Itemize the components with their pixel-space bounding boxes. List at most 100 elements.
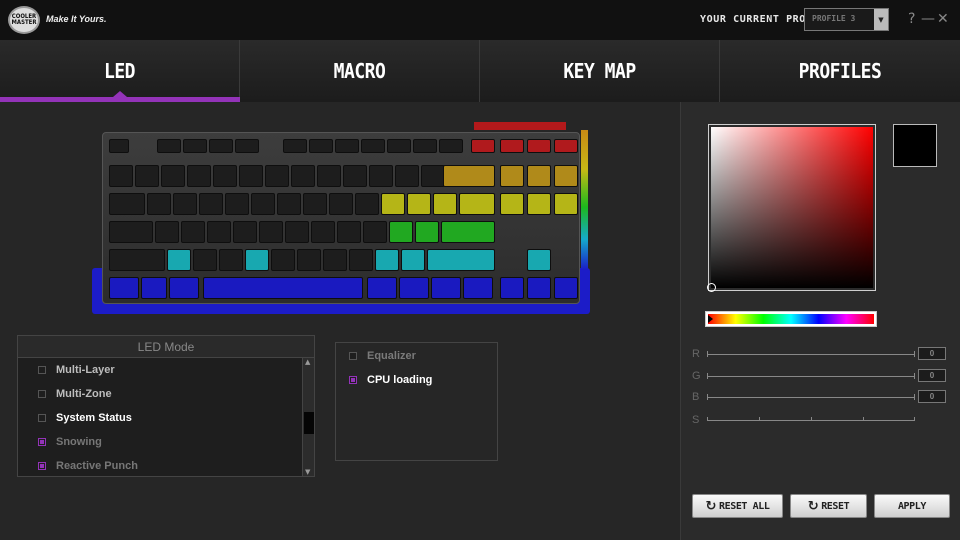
keyboard-key[interactable] bbox=[161, 165, 185, 187]
keyboard-key[interactable] bbox=[387, 139, 411, 153]
keyboard-key[interactable] bbox=[207, 221, 231, 243]
keyboard-key[interactable] bbox=[439, 139, 463, 153]
keyboard-key[interactable] bbox=[554, 165, 578, 187]
keyboard-key[interactable] bbox=[109, 165, 133, 187]
keyboard-key[interactable] bbox=[329, 193, 353, 215]
tab-macro[interactable]: MACRO bbox=[240, 40, 480, 102]
keyboard-key[interactable] bbox=[239, 165, 263, 187]
keyboard-key[interactable] bbox=[441, 221, 495, 243]
keyboard-key[interactable] bbox=[554, 139, 578, 153]
keyboard-key[interactable] bbox=[251, 193, 275, 215]
saturation-value-gradient[interactable] bbox=[711, 127, 873, 288]
keyboard-key[interactable] bbox=[317, 165, 341, 187]
checkbox[interactable] bbox=[38, 390, 46, 398]
checkbox[interactable] bbox=[38, 366, 46, 374]
keyboard-key[interactable] bbox=[431, 277, 461, 299]
hue-slider-handle[interactable] bbox=[708, 315, 713, 323]
led-mode-snowing[interactable]: Snowing bbox=[38, 436, 102, 448]
option-equalizer[interactable]: Equalizer bbox=[349, 350, 416, 362]
green-value-input[interactable]: 0 bbox=[918, 369, 946, 382]
reset-all-button[interactable]: ↻ RESET ALL bbox=[692, 494, 783, 518]
keyboard-key[interactable] bbox=[389, 221, 413, 243]
keyboard-key[interactable] bbox=[415, 221, 439, 243]
keyboard-key[interactable] bbox=[309, 139, 333, 153]
keyboard-key[interactable] bbox=[471, 139, 495, 153]
keyboard-key[interactable] bbox=[554, 277, 578, 299]
keyboard-key[interactable] bbox=[235, 139, 259, 153]
keyboard-key[interactable] bbox=[459, 193, 495, 215]
speed-slider[interactable] bbox=[707, 417, 915, 421]
keyboard-key[interactable] bbox=[433, 193, 457, 215]
reset-button[interactable]: ↻ RESET bbox=[790, 494, 867, 518]
keyboard-key[interactable] bbox=[297, 249, 321, 271]
keyboard-key[interactable] bbox=[183, 139, 207, 153]
keyboard-key[interactable] bbox=[157, 139, 181, 153]
keyboard-key[interactable] bbox=[343, 165, 367, 187]
keyboard-key[interactable] bbox=[259, 221, 283, 243]
keyboard-key[interactable] bbox=[500, 193, 524, 215]
led-mode-multi-layer[interactable]: Multi-Layer bbox=[38, 364, 115, 376]
keyboard-key[interactable] bbox=[209, 139, 233, 153]
blue-slider[interactable] bbox=[707, 394, 915, 400]
minimize-button[interactable]: — bbox=[921, 11, 935, 27]
keyboard-key[interactable] bbox=[303, 193, 327, 215]
keyboard-key[interactable] bbox=[135, 165, 159, 187]
keyboard-key[interactable] bbox=[199, 193, 223, 215]
checkbox[interactable] bbox=[38, 414, 46, 422]
keyboard-key[interactable] bbox=[500, 165, 524, 187]
picker-cursor[interactable] bbox=[707, 283, 716, 292]
led-mode-scrollbar[interactable]: ▲ ▼ bbox=[302, 358, 314, 476]
keyboard-key[interactable] bbox=[213, 165, 237, 187]
keyboard-key[interactable] bbox=[203, 277, 363, 299]
keyboard-key[interactable] bbox=[369, 165, 393, 187]
keyboard-key[interactable] bbox=[375, 249, 399, 271]
chevron-down-icon[interactable]: ▼ bbox=[874, 9, 888, 30]
hue-gradient[interactable] bbox=[708, 314, 874, 324]
keyboard-key[interactable] bbox=[367, 277, 397, 299]
keyboard-key[interactable] bbox=[527, 139, 551, 153]
checkbox[interactable] bbox=[38, 462, 46, 470]
keyboard-key[interactable] bbox=[187, 165, 211, 187]
keyboard-key[interactable] bbox=[355, 193, 379, 215]
keyboard-key[interactable] bbox=[291, 165, 315, 187]
keyboard-key[interactable] bbox=[245, 249, 269, 271]
help-button[interactable]: ? bbox=[908, 11, 915, 27]
keyboard-key[interactable] bbox=[311, 221, 335, 243]
checkbox[interactable] bbox=[38, 438, 46, 446]
tab-profiles[interactable]: PROFILES bbox=[720, 40, 960, 102]
keyboard-key[interactable] bbox=[443, 165, 495, 187]
keyboard-key[interactable] bbox=[527, 165, 551, 187]
led-mode-multi-zone[interactable]: Multi-Zone bbox=[38, 388, 112, 400]
hue-slider[interactable] bbox=[705, 311, 877, 327]
keyboard-key[interactable] bbox=[349, 249, 373, 271]
keyboard-key[interactable] bbox=[225, 193, 249, 215]
color-picker-area[interactable] bbox=[707, 124, 876, 292]
keyboard-key[interactable] bbox=[363, 221, 387, 243]
keyboard-key[interactable] bbox=[181, 221, 205, 243]
keyboard-key[interactable] bbox=[381, 193, 405, 215]
keyboard-key[interactable] bbox=[500, 277, 524, 299]
keyboard-key[interactable] bbox=[421, 165, 445, 187]
keyboard-key[interactable] bbox=[413, 139, 437, 153]
keyboard-key[interactable] bbox=[463, 277, 493, 299]
keyboard-key[interactable] bbox=[500, 139, 524, 153]
keyboard-key[interactable] bbox=[173, 193, 197, 215]
scroll-up-icon[interactable]: ▲ bbox=[305, 358, 310, 366]
scroll-down-icon[interactable]: ▼ bbox=[305, 468, 310, 476]
green-slider[interactable] bbox=[707, 373, 915, 379]
keyboard-key[interactable] bbox=[219, 249, 243, 271]
close-button[interactable]: ✕ bbox=[937, 11, 949, 27]
led-mode-reactive-punch[interactable]: Reactive Punch bbox=[38, 460, 138, 472]
keyboard-key[interactable] bbox=[155, 221, 179, 243]
tab-led[interactable]: LED bbox=[0, 40, 240, 102]
keyboard-key[interactable] bbox=[265, 165, 289, 187]
keyboard-key[interactable] bbox=[395, 165, 419, 187]
keyboard-key[interactable] bbox=[401, 249, 425, 271]
keyboard-key[interactable] bbox=[109, 277, 139, 299]
keyboard-key[interactable] bbox=[407, 193, 431, 215]
keyboard-key[interactable] bbox=[141, 277, 167, 299]
checkbox[interactable] bbox=[349, 352, 357, 360]
keyboard-key[interactable] bbox=[399, 277, 429, 299]
keyboard-key[interactable] bbox=[233, 221, 257, 243]
profile-select[interactable]: PROFILE 3 ▼ bbox=[804, 8, 889, 31]
